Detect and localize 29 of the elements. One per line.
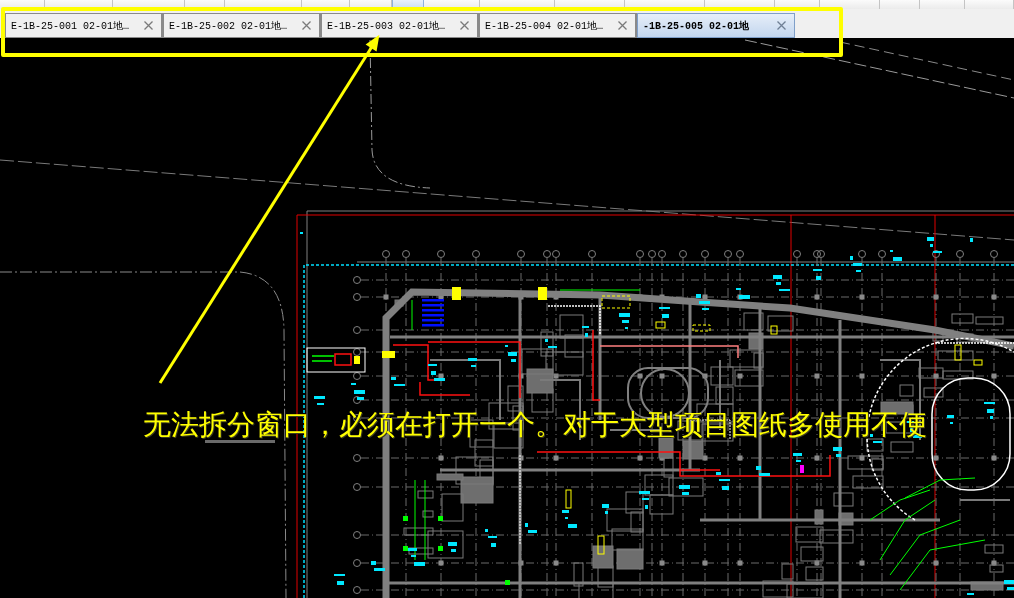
toolbar-button[interactable]: [480, 0, 555, 9]
toolbar-button[interactable]: [775, 0, 820, 9]
drawing-tab[interactable]: -1B-25-005 02-01地: [637, 13, 795, 38]
toolbar-button[interactable]: [45, 0, 113, 9]
toolbar-button[interactable]: [302, 0, 350, 9]
close-icon[interactable]: [302, 21, 311, 30]
drawing-tab[interactable]: E-1B-25-003 02-01地…: [321, 13, 479, 38]
close-icon[interactable]: [460, 21, 469, 30]
drawing-tab[interactable]: E-1B-25-004 02-01地…: [479, 13, 637, 38]
toolbar-button[interactable]: [965, 0, 1014, 9]
toolbar-button[interactable]: [880, 0, 920, 9]
annotation-text: 无法拆分窗口，必须在打开一个。对于大型项目图纸多使用不便: [143, 407, 927, 442]
drawing-tab[interactable]: E-1B-25-001 02-01地…: [5, 13, 163, 38]
toolbar-button[interactable]: [555, 0, 625, 9]
drawing-tab[interactable]: E-1B-25-002 02-01地…: [163, 13, 321, 38]
toolbar-button[interactable]: [705, 0, 775, 9]
toolbar-button[interactable]: [225, 0, 302, 9]
toolbar-button[interactable]: [350, 0, 392, 9]
toolbar-button[interactable]: [820, 0, 880, 9]
toolbar-button[interactable]: [0, 0, 45, 9]
toolbar-button[interactable]: [920, 0, 965, 9]
toolbar-button[interactable]: [625, 0, 705, 9]
toolbar-button[interactable]: [392, 0, 424, 9]
close-icon[interactable]: [144, 21, 153, 30]
toolbar-button[interactable]: [185, 0, 225, 9]
close-icon[interactable]: [777, 21, 786, 30]
toolbar-button[interactable]: [424, 0, 480, 9]
close-icon[interactable]: [618, 21, 627, 30]
toolbar-button[interactable]: [113, 0, 185, 9]
